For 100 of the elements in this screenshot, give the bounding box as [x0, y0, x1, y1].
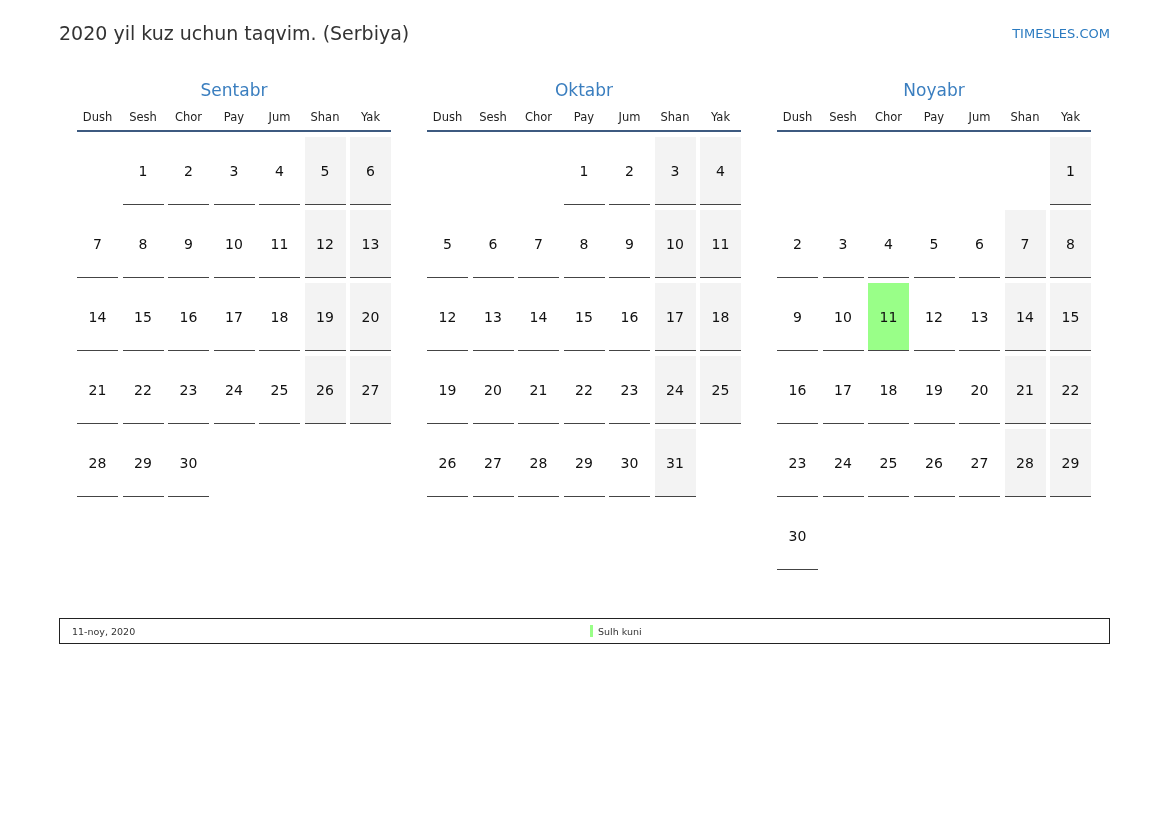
day-cell: 11: [868, 283, 909, 351]
day-cell: 8: [1050, 210, 1091, 278]
day-cell: 3: [822, 210, 864, 278]
weekday-label: Jum: [967, 110, 992, 124]
month-name: Sentabr: [199, 80, 269, 102]
day-cell: 5: [427, 210, 468, 278]
day-cell: 2: [168, 137, 209, 205]
day-cell: 29: [122, 429, 164, 497]
weekday-label: Chor: [873, 110, 904, 124]
day-cell: 16: [168, 283, 209, 351]
day-cell: 11: [259, 210, 300, 278]
weekday-label: Yak: [1059, 110, 1082, 124]
weekday-label: Pay: [922, 110, 946, 124]
weekday-label: Shan: [659, 110, 691, 124]
day-cell: 12: [304, 210, 346, 278]
weekday-label: Sesh: [478, 110, 508, 124]
day-cell: 15: [122, 283, 164, 351]
day-cell: 25: [868, 429, 909, 497]
day-cell: 7: [1004, 210, 1046, 278]
day-cell: 28: [518, 429, 559, 497]
day-cell: 20: [959, 356, 1000, 424]
day-cell: 5: [304, 137, 346, 205]
day-cell: 18: [259, 283, 300, 351]
day-cell: 3: [654, 137, 696, 205]
day-cell: 14: [1004, 283, 1046, 351]
day-cell: 15: [1050, 283, 1091, 351]
day-cell: 2: [609, 137, 650, 205]
day-cell: 8: [122, 210, 164, 278]
day-cell: 6: [472, 210, 514, 278]
day-cell: 10: [654, 210, 696, 278]
day-cell: 25: [700, 356, 741, 424]
day-cell: 8: [563, 210, 605, 278]
holiday-date: 11-noy, 2020: [72, 625, 137, 637]
day-cell: 22: [122, 356, 164, 424]
weekday-label: Dush: [781, 110, 814, 124]
day-cell: 6: [959, 210, 1000, 278]
day-cell: 22: [1050, 356, 1091, 424]
day-cell: 16: [609, 283, 650, 351]
weekday-label: Jum: [267, 110, 292, 124]
day-cell: 2: [777, 210, 818, 278]
day-cell: 11: [700, 210, 741, 278]
day-cell: 9: [609, 210, 650, 278]
day-cell: 19: [427, 356, 468, 424]
day-cell: 24: [213, 356, 255, 424]
day-cell: 14: [77, 283, 118, 351]
weekday-label: Yak: [709, 110, 732, 124]
day-cell: 26: [913, 429, 955, 497]
day-cell: 23: [168, 356, 209, 424]
day-cell: 19: [913, 356, 955, 424]
day-cell: 13: [959, 283, 1000, 351]
weekday-label: Dush: [431, 110, 464, 124]
day-cell: 20: [472, 356, 514, 424]
day-cell: 4: [868, 210, 909, 278]
day-cell: 10: [822, 283, 864, 351]
page-title: 2020 yil kuz uchun taqvim. (Serbiya): [59, 22, 410, 44]
holiday-name: Sulh kuni: [598, 625, 642, 637]
day-cell: 14: [518, 283, 559, 351]
day-cell: 27: [959, 429, 1000, 497]
day-cell: 24: [822, 429, 864, 497]
weekday-label: Dush: [81, 110, 114, 124]
weekday-label: Shan: [1009, 110, 1041, 124]
day-cell: 22: [563, 356, 605, 424]
day-cell: 31: [654, 429, 696, 497]
day-cell: 5: [913, 210, 955, 278]
day-cell: 21: [518, 356, 559, 424]
weekday-label: Shan: [309, 110, 341, 124]
day-cell: 9: [777, 283, 818, 351]
day-cell: 15: [563, 283, 605, 351]
day-cell: 1: [1050, 137, 1091, 205]
day-cell: 12: [913, 283, 955, 351]
day-cell: 30: [777, 502, 818, 570]
day-cell: 27: [472, 429, 514, 497]
day-cell: 21: [77, 356, 118, 424]
weekday-label: Sesh: [828, 110, 858, 124]
day-cell: 24: [654, 356, 696, 424]
weekday-label: Chor: [523, 110, 554, 124]
site-link[interactable]: TIMESLES.COM: [1012, 25, 1110, 41]
day-cell: 16: [777, 356, 818, 424]
day-cell: 26: [304, 356, 346, 424]
day-cell: 20: [350, 283, 391, 351]
weekday-label: Pay: [572, 110, 596, 124]
day-cell: 26: [427, 429, 468, 497]
day-cell: 23: [609, 356, 650, 424]
weekday-label: Chor: [173, 110, 204, 124]
day-cell: 21: [1004, 356, 1046, 424]
month-name: Noyabr: [902, 80, 966, 102]
day-cell: 1: [122, 137, 164, 205]
weekday-label: Pay: [222, 110, 246, 124]
day-cell: 1: [563, 137, 605, 205]
day-cell: 30: [168, 429, 209, 497]
day-cell: 10: [213, 210, 255, 278]
day-cell: 29: [1050, 429, 1091, 497]
day-cell: 9: [168, 210, 209, 278]
day-cell: 30: [609, 429, 650, 497]
day-cell: 6: [350, 137, 391, 205]
weekday-label: Yak: [359, 110, 382, 124]
weekday-label: Sesh: [128, 110, 158, 124]
day-cell: 4: [700, 137, 741, 205]
day-cell: 13: [350, 210, 391, 278]
day-cell: 17: [654, 283, 696, 351]
